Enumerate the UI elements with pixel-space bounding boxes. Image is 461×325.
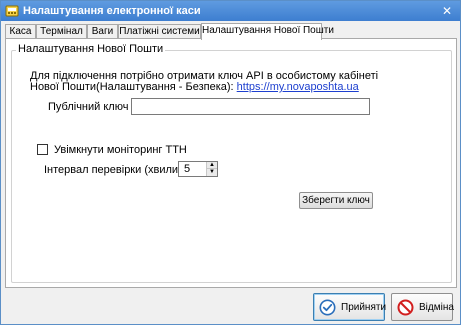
accept-label: Прийняти [341,302,387,313]
interval-label: Інтервал перевірки (хвилин): [44,164,191,176]
arrow-up-icon[interactable]: ▲ [207,162,217,169]
tab-kasa[interactable]: Каса [5,24,36,39]
monitoring-checkbox[interactable] [37,144,48,155]
save-key-button[interactable]: Зберегти ключ [299,192,373,209]
window-title: Налаштування електронної каси [23,5,201,17]
arrow-down-icon[interactable]: ▼ [207,169,217,176]
public-key-input[interactable] [132,99,369,114]
tab-terminal[interactable]: Термінал [36,24,87,39]
tab-panel: Налаштування Нової Пошти Для підключення… [5,38,457,288]
info-line-2: Нової Пошти(Налаштування - Безпека): htt… [30,82,378,93]
dialog-button-bar: Прийняти Відміна [1,290,460,324]
tab-scales[interactable]: Ваги [87,24,118,39]
stepper-buttons: ▲ ▼ [206,162,217,176]
prohibit-circle-icon [397,299,414,316]
public-key-field[interactable] [131,98,370,115]
groupbox-title: Налаштування Нової Пошти [16,43,166,55]
tab-strip: Каса Термінал Ваги Платіжні системи Нала… [5,23,457,40]
tab-nova-poshta-settings[interactable]: Налаштування Нової Пошти [201,23,334,40]
public-key-label: Публічний ключ : [48,101,135,113]
close-icon[interactable]: ✕ [440,4,454,18]
info-line-2-text: Нової Пошти(Налаштування - Безпека): [30,81,237,93]
api-key-info: Для підключення потрібно отримати ключ A… [30,71,378,93]
cancel-button[interactable]: Відміна [391,293,454,321]
settings-window: Налаштування електронної каси ✕ Каса Тер… [0,0,461,325]
tab-control: Каса Термінал Ваги Платіжні системи Нала… [5,23,457,288]
title-bar: Налаштування електронної каси ✕ [1,1,460,21]
app-icon [5,5,19,17]
check-circle-icon [319,299,336,316]
accept-button[interactable]: Прийняти [313,293,387,321]
interval-value[interactable]: 5 [184,163,190,175]
nova-poshta-link[interactable]: https://my.novaposhta.ua [237,81,359,93]
tab-payment-systems[interactable]: Платіжні системи [118,24,201,39]
cancel-label: Відміна [419,302,454,313]
monitoring-label: Увімкнути моніторинг ТТН [54,144,187,156]
interval-stepper[interactable]: 5 ▲ ▼ [178,161,218,177]
nova-poshta-groupbox: Налаштування Нової Пошти Для підключення… [11,43,452,283]
